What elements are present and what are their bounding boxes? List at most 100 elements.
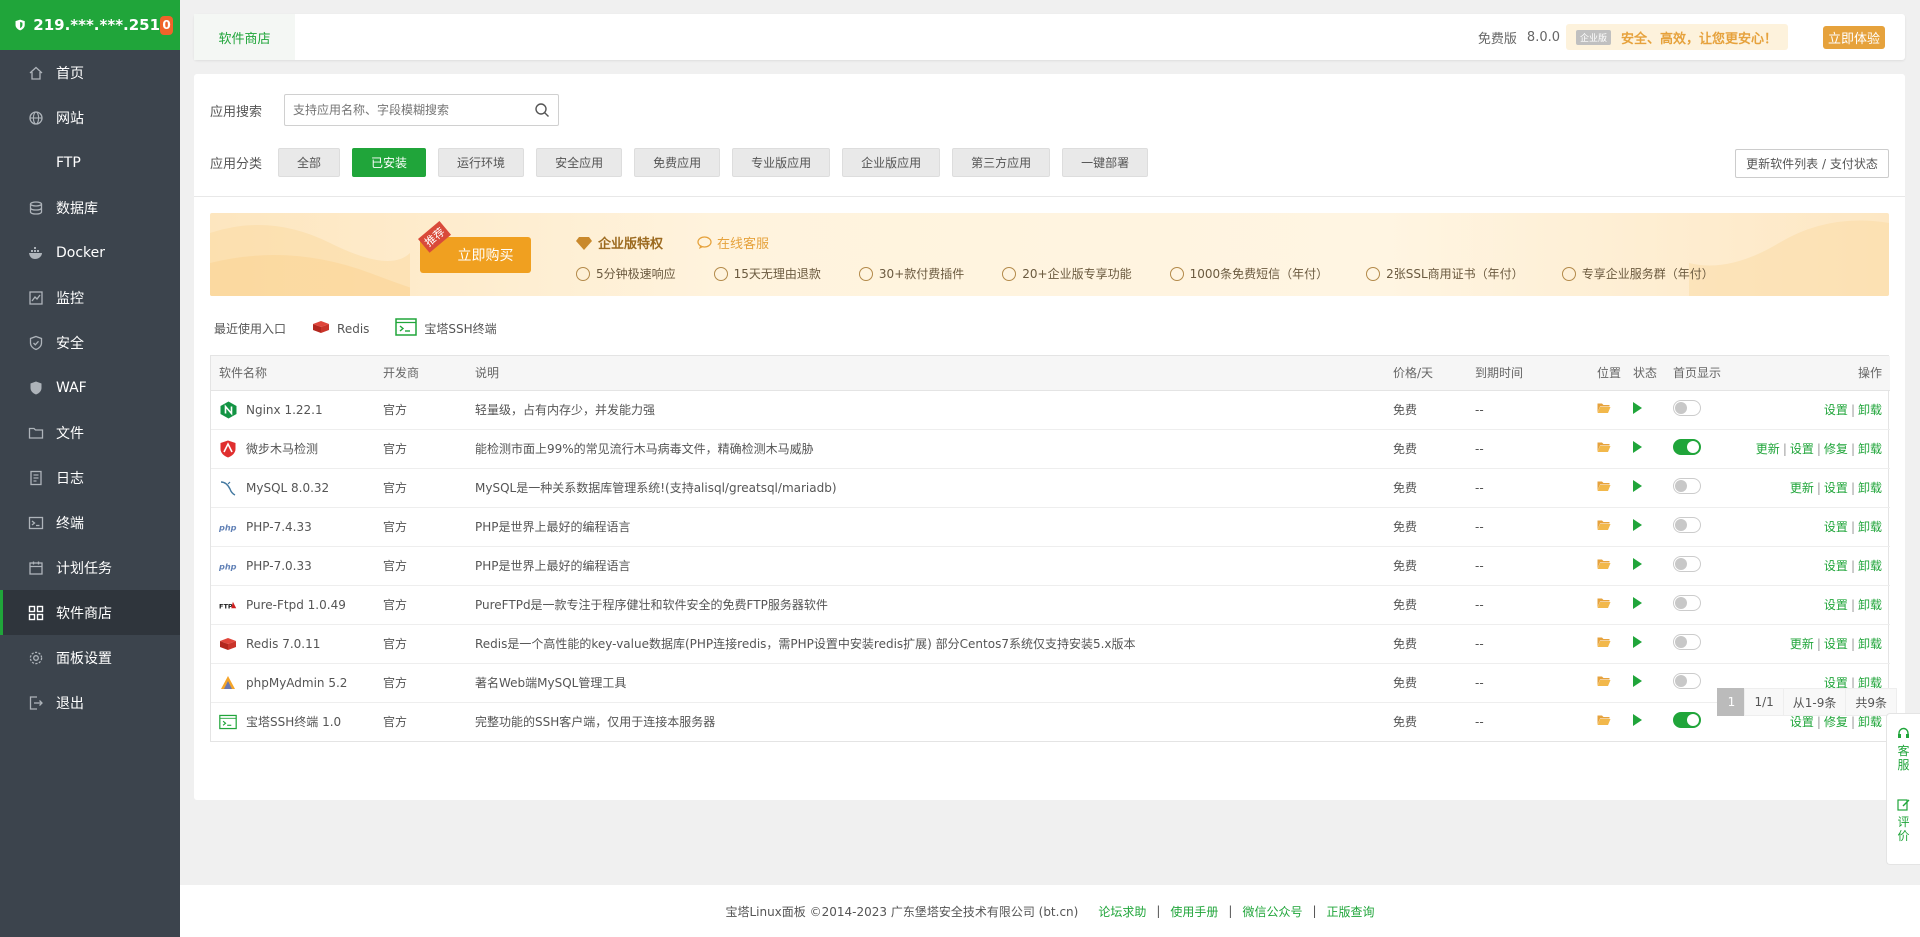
footer-link-wechat[interactable]: 微信公众号	[1242, 903, 1302, 920]
op-link[interactable]: 卸载	[1858, 637, 1882, 651]
op-link[interactable]: 设置	[1824, 481, 1848, 495]
category-button[interactable]: 免费应用	[634, 148, 721, 177]
sidebar-item-13[interactable]: 面板设置	[0, 635, 180, 680]
software-name[interactable]: phpMyAdmin 5.2	[219, 674, 375, 692]
op-link[interactable]: 设置	[1790, 715, 1814, 729]
category-button[interactable]: 已安装	[352, 148, 427, 177]
category-button[interactable]: 一键部署	[1062, 148, 1149, 177]
home-display-toggle[interactable]	[1673, 517, 1701, 533]
category-button[interactable]: 全部	[278, 148, 341, 177]
home-display-toggle[interactable]	[1673, 439, 1701, 455]
folder-open-icon[interactable]	[1597, 637, 1611, 652]
software-name[interactable]: FTP Pure-Ftpd 1.0.49	[219, 596, 375, 614]
op-link[interactable]: 修复	[1824, 442, 1848, 456]
tab-software-store[interactable]: 软件商店	[194, 14, 295, 60]
home-display-toggle[interactable]	[1673, 595, 1701, 611]
server-header[interactable]: 219.***.***.251 0	[0, 0, 180, 50]
play-icon[interactable]	[1633, 441, 1642, 453]
op-link[interactable]: 设置	[1824, 637, 1848, 651]
op-link[interactable]: 卸载	[1858, 598, 1882, 612]
sidebar-item-10[interactable]: 终端	[0, 500, 180, 545]
search-input[interactable]	[293, 103, 535, 117]
play-icon[interactable]	[1633, 636, 1642, 648]
software-name[interactable]: 宝塔SSH终端 1.0	[219, 713, 375, 731]
op-link[interactable]: 设置	[1824, 559, 1848, 573]
sidebar-item-0[interactable]: 首页	[0, 50, 180, 95]
category-button[interactable]: 运行环境	[438, 148, 525, 177]
op-link[interactable]: 卸载	[1858, 481, 1882, 495]
sidebar-item-1[interactable]: 网站	[0, 95, 180, 140]
folder-open-icon[interactable]	[1597, 403, 1611, 418]
folder-open-icon[interactable]	[1597, 676, 1611, 691]
op-link[interactable]: 更新	[1756, 442, 1780, 456]
review-button[interactable]: 评价	[1897, 785, 1911, 856]
enterprise-promo[interactable]: 企业版 安全、高效，让您更安心！	[1566, 24, 1788, 50]
category-button[interactable]: 第三方应用	[952, 148, 1051, 177]
software-name[interactable]: Nginx 1.22.1	[219, 401, 375, 419]
sidebar-item-6[interactable]: 安全	[0, 320, 180, 365]
footer-link-forum[interactable]: 论坛求助	[1098, 903, 1146, 920]
home-display-toggle[interactable]	[1673, 400, 1701, 416]
play-icon[interactable]	[1633, 519, 1642, 531]
op-link[interactable]: 卸载	[1858, 715, 1882, 729]
footer-link-manual[interactable]: 使用手册	[1170, 903, 1218, 920]
op-link[interactable]: 卸载	[1858, 403, 1882, 417]
category-button[interactable]: 安全应用	[536, 148, 623, 177]
version-number[interactable]: 8.0.0	[1527, 30, 1560, 45]
op-link[interactable]: 设置	[1824, 403, 1848, 417]
home-display-toggle[interactable]	[1673, 673, 1701, 689]
software-name[interactable]: MySQL 8.0.32	[219, 479, 375, 497]
sidebar-item-5[interactable]: 监控	[0, 275, 180, 320]
play-icon[interactable]	[1633, 714, 1642, 727]
recent-item-redis[interactable]: Redis	[312, 319, 369, 338]
op-link[interactable]: 更新	[1790, 481, 1814, 495]
sidebar-item-14[interactable]: 退出	[0, 680, 180, 725]
play-icon[interactable]	[1633, 480, 1642, 492]
footer-link-verify[interactable]: 正版查询	[1327, 903, 1375, 920]
software-name[interactable]: php PHP-7.0.33	[219, 557, 375, 575]
op-link[interactable]: 设置	[1824, 598, 1848, 612]
folder-open-icon[interactable]	[1597, 442, 1611, 457]
sidebar-item-11[interactable]: 计划任务	[0, 545, 180, 590]
sidebar-item-12[interactable]: 软件商店	[0, 590, 180, 635]
folder-open-icon[interactable]	[1597, 481, 1611, 496]
software-name[interactable]: 微步木马检测	[219, 440, 375, 458]
op-link[interactable]: 卸载	[1858, 559, 1882, 573]
category-button[interactable]: 专业版应用	[732, 148, 831, 177]
play-icon[interactable]	[1633, 597, 1642, 609]
play-icon[interactable]	[1633, 558, 1642, 570]
notification-badge[interactable]: 0	[160, 15, 173, 35]
try-now-button[interactable]: 立即体验	[1823, 26, 1885, 49]
home-display-toggle[interactable]	[1673, 478, 1701, 494]
folder-open-icon[interactable]	[1597, 559, 1611, 574]
sidebar-item-4[interactable]: Docker	[0, 230, 180, 275]
op-link[interactable]: 设置	[1824, 520, 1848, 534]
category-button[interactable]: 企业版应用	[842, 148, 941, 177]
op-link[interactable]: 更新	[1790, 637, 1814, 651]
software-name[interactable]: php PHP-7.4.33	[219, 518, 375, 536]
page-current[interactable]: 1	[1717, 688, 1746, 716]
home-display-toggle[interactable]	[1673, 634, 1701, 650]
op-link[interactable]: 修复	[1824, 715, 1848, 729]
sidebar-item-8[interactable]: 文件	[0, 410, 180, 455]
folder-open-icon[interactable]	[1597, 598, 1611, 613]
recent-item-ssh[interactable]: 宝塔SSH终端	[395, 318, 497, 339]
online-service-link[interactable]: 在线客服	[697, 233, 769, 252]
play-icon[interactable]	[1633, 402, 1642, 414]
sidebar-item-2[interactable]: FTP	[0, 140, 180, 185]
sidebar-item-3[interactable]: 数据库	[0, 185, 180, 230]
software-name[interactable]: Redis 7.0.11	[219, 635, 375, 653]
folder-open-icon[interactable]	[1597, 715, 1611, 730]
folder-open-icon[interactable]	[1597, 520, 1611, 535]
sidebar-item-7[interactable]: WAF	[0, 365, 180, 410]
sidebar-item-9[interactable]: 日志	[0, 455, 180, 500]
op-link[interactable]: 设置	[1790, 442, 1814, 456]
op-link[interactable]: 卸载	[1858, 442, 1882, 456]
op-link[interactable]: 卸载	[1858, 520, 1882, 534]
customer-service-button[interactable]: 客服	[1897, 714, 1911, 785]
search-icon[interactable]	[534, 102, 550, 118]
refresh-list-button[interactable]: 更新软件列表 / 支付状态	[1735, 149, 1889, 178]
play-icon[interactable]	[1633, 675, 1642, 687]
home-display-toggle[interactable]	[1673, 556, 1701, 572]
home-display-toggle[interactable]	[1673, 712, 1701, 729]
